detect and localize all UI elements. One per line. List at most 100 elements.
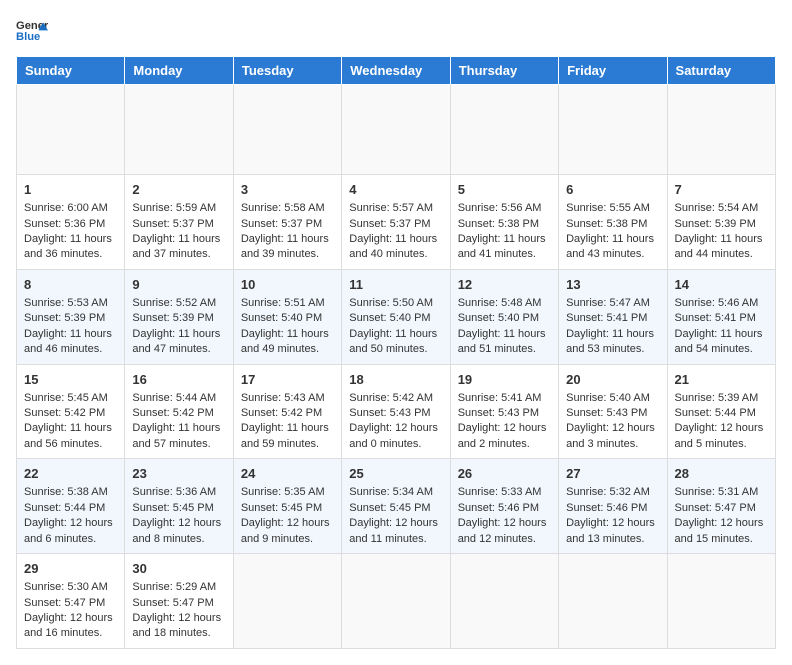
- calendar-cell: 29Sunrise: 5:30 AMSunset: 5:47 PMDayligh…: [17, 554, 125, 649]
- day-number: 15: [24, 371, 117, 389]
- day-info: Sunrise: 5:33 AM: [458, 485, 551, 500]
- day-number: 4: [349, 181, 442, 199]
- calendar-cell: 9Sunrise: 5:52 AMSunset: 5:39 PMDaylight…: [125, 269, 233, 364]
- day-info: and 57 minutes.: [132, 437, 225, 452]
- calendar-cell: [233, 554, 341, 649]
- calendar-cell: [450, 554, 558, 649]
- calendar-cell: 26Sunrise: 5:33 AMSunset: 5:46 PMDayligh…: [450, 459, 558, 554]
- calendar-cell: [667, 85, 775, 175]
- day-number: 20: [566, 371, 659, 389]
- calendar-week-5: 29Sunrise: 5:30 AMSunset: 5:47 PMDayligh…: [17, 554, 776, 649]
- day-info: Sunrise: 5:46 AM: [675, 296, 768, 311]
- day-info: and 8 minutes.: [132, 532, 225, 547]
- calendar-cell: 1Sunrise: 6:00 AMSunset: 5:36 PMDaylight…: [17, 175, 125, 270]
- day-number: 26: [458, 465, 551, 483]
- day-info: and 16 minutes.: [24, 626, 117, 641]
- day-info: Daylight: 12 hours: [675, 516, 768, 531]
- day-info: Daylight: 11 hours: [24, 327, 117, 342]
- weekday-header-tuesday: Tuesday: [233, 57, 341, 85]
- day-info: Daylight: 11 hours: [458, 232, 551, 247]
- calendar-table: SundayMondayTuesdayWednesdayThursdayFrid…: [16, 56, 776, 649]
- day-info: Sunrise: 6:00 AM: [24, 201, 117, 216]
- day-number: 1: [24, 181, 117, 199]
- calendar-cell: 21Sunrise: 5:39 AMSunset: 5:44 PMDayligh…: [667, 364, 775, 459]
- calendar-cell: 24 Sunrise: 5:35 AMSunset: 5:45 PMDayligh…: [233, 459, 341, 554]
- day-info: and 5 minutes.: [675, 437, 768, 452]
- day-info: and 6 minutes.: [24, 532, 117, 547]
- day-info: Daylight: 12 hours: [566, 516, 659, 531]
- day-info: Daylight: 12 hours: [349, 421, 442, 436]
- day-info: Sunset: 5:42 PM: [132, 406, 225, 421]
- day-info: Daylight: 12 hours: [241, 516, 334, 531]
- calendar-cell: 28Sunrise: 5:31 AMSunset: 5:47 PMDayligh…: [667, 459, 775, 554]
- day-info: and 13 minutes.: [566, 532, 659, 547]
- day-info: Sunset: 5:40 PM: [458, 311, 551, 326]
- day-info: Sunset: 5:40 PM: [349, 311, 442, 326]
- day-info: Sunrise: 5:50 AM: [349, 296, 442, 311]
- day-info: Daylight: 11 hours: [241, 327, 334, 342]
- day-number: 5: [458, 181, 551, 199]
- day-info: Daylight: 11 hours: [132, 232, 225, 247]
- day-number: 10: [241, 276, 334, 294]
- weekday-header-monday: Monday: [125, 57, 233, 85]
- day-info: Sunrise: 5:56 AM: [458, 201, 551, 216]
- calendar-cell: 4Sunrise: 5:57 AMSunset: 5:37 PMDaylight…: [342, 175, 450, 270]
- day-info: Sunset: 5:45 PM: [241, 501, 334, 516]
- day-info: Sunrise: 5:54 AM: [675, 201, 768, 216]
- day-info: Daylight: 11 hours: [675, 232, 768, 247]
- calendar-week-4: 22Sunrise: 5:38 AMSunset: 5:44 PMDayligh…: [17, 459, 776, 554]
- day-number: 28: [675, 465, 768, 483]
- day-number: 8: [24, 276, 117, 294]
- day-info: Sunset: 5:43 PM: [458, 406, 551, 421]
- day-info: Sunrise: 5:59 AM: [132, 201, 225, 216]
- calendar-week-2: 8Sunrise: 5:53 AMSunset: 5:39 PMDaylight…: [17, 269, 776, 364]
- day-info: Daylight: 11 hours: [458, 327, 551, 342]
- day-number: 7: [675, 181, 768, 199]
- day-info: and 47 minutes.: [132, 342, 225, 357]
- day-info: Sunset: 5:39 PM: [132, 311, 225, 326]
- calendar-cell: 2Sunrise: 5:59 AMSunset: 5:37 PMDaylight…: [125, 175, 233, 270]
- day-info: Sunrise: 5:44 AM: [132, 391, 225, 406]
- calendar-cell: 10Sunrise: 5:51 AMSunset: 5:40 PMDayligh…: [233, 269, 341, 364]
- calendar-cell: 30Sunrise: 5:29 AMSunset: 5:47 PMDayligh…: [125, 554, 233, 649]
- day-number: 27: [566, 465, 659, 483]
- day-info: Daylight: 11 hours: [349, 327, 442, 342]
- weekday-header-sunday: Sunday: [17, 57, 125, 85]
- calendar-cell: 27Sunrise: 5:32 AMSunset: 5:46 PMDayligh…: [559, 459, 667, 554]
- day-info: Sunset: 5:39 PM: [24, 311, 117, 326]
- page-header: General Blue: [16, 16, 776, 44]
- day-info: and 51 minutes.: [458, 342, 551, 357]
- calendar-week-3: 15Sunrise: 5:45 AMSunset: 5:42 PMDayligh…: [17, 364, 776, 459]
- day-info: and 53 minutes.: [566, 342, 659, 357]
- day-info: Sunset: 5:39 PM: [675, 217, 768, 232]
- day-number: 30: [132, 560, 225, 578]
- day-info: and 44 minutes.: [675, 247, 768, 262]
- calendar-cell: [342, 85, 450, 175]
- calendar-cell: 11Sunrise: 5:50 AMSunset: 5:40 PMDayligh…: [342, 269, 450, 364]
- calendar-cell: 19Sunrise: 5:41 AMSunset: 5:43 PMDayligh…: [450, 364, 558, 459]
- day-number: 24: [241, 465, 334, 483]
- calendar-cell: 7 Sunrise: 5:54 AMSunset: 5:39 PMDaylight…: [667, 175, 775, 270]
- day-info: Sunrise: 5:35 AM: [241, 485, 334, 500]
- day-info: Daylight: 12 hours: [132, 611, 225, 626]
- day-info: Sunset: 5:38 PM: [458, 217, 551, 232]
- day-info: Daylight: 12 hours: [132, 516, 225, 531]
- day-info: and 15 minutes.: [675, 532, 768, 547]
- calendar-cell: 5 Sunrise: 5:56 AMSunset: 5:38 PMDaylight…: [450, 175, 558, 270]
- day-info: and 0 minutes.: [349, 437, 442, 452]
- day-info: and 43 minutes.: [566, 247, 659, 262]
- calendar-cell: 16Sunrise: 5:44 AMSunset: 5:42 PMDayligh…: [125, 364, 233, 459]
- day-info: Daylight: 12 hours: [349, 516, 442, 531]
- day-info: and 46 minutes.: [24, 342, 117, 357]
- calendar-cell: 20Sunrise: 5:40 AMSunset: 5:43 PMDayligh…: [559, 364, 667, 459]
- day-info: Sunset: 5:42 PM: [24, 406, 117, 421]
- day-info: Sunrise: 5:36 AM: [132, 485, 225, 500]
- day-info: and 50 minutes.: [349, 342, 442, 357]
- day-info: Sunrise: 5:51 AM: [241, 296, 334, 311]
- day-info: Sunset: 5:47 PM: [675, 501, 768, 516]
- day-info: and 11 minutes.: [349, 532, 442, 547]
- day-info: Sunset: 5:41 PM: [566, 311, 659, 326]
- calendar-cell: [342, 554, 450, 649]
- calendar-cell: 15Sunrise: 5:45 AMSunset: 5:42 PMDayligh…: [17, 364, 125, 459]
- day-info: and 36 minutes.: [24, 247, 117, 262]
